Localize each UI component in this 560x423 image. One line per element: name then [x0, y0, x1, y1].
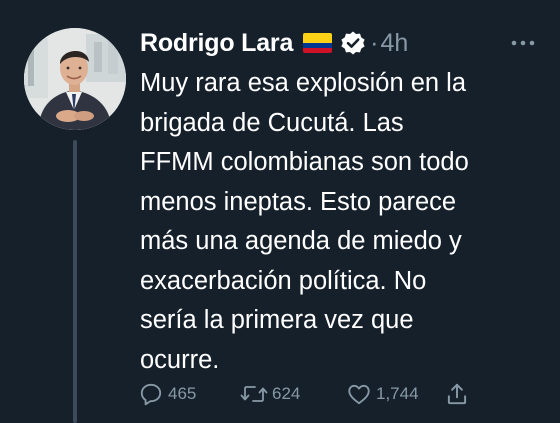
display-name[interactable]: Rodrigo Lara: [140, 29, 293, 58]
header-separator: ·: [370, 28, 379, 57]
verified-badge-icon: [340, 30, 366, 56]
avatar[interactable]: [24, 28, 126, 130]
retweet-button[interactable]: 624: [240, 381, 346, 407]
reply-count: 465: [168, 384, 197, 403]
timestamp[interactable]: 4h: [381, 29, 409, 58]
tweet-text: Muy rara esa explosión en la brigada de …: [140, 69, 469, 374]
more-horizontal-icon[interactable]: [508, 36, 538, 50]
like-count: 1,744: [376, 384, 419, 403]
thread-line: [73, 140, 77, 423]
retweet-count: 624: [272, 384, 301, 403]
share-icon: [447, 383, 467, 405]
reply-icon: [140, 383, 162, 406]
avatar-photo: [24, 28, 126, 130]
like-button[interactable]: 1,744: [346, 381, 444, 407]
tweet-header: Rodrigo Lara · 4h: [140, 26, 408, 60]
reply-button[interactable]: 465: [138, 381, 240, 407]
colombia-flag-icon: [303, 33, 333, 53]
retweet-icon: [240, 386, 268, 402]
share-button[interactable]: [444, 381, 470, 407]
tweet-actions: 465 624 1,744: [138, 376, 470, 412]
heart-icon: [348, 384, 370, 405]
tweet: Rodrigo Lara · 4h Muy rara esa explosión…: [0, 0, 560, 423]
